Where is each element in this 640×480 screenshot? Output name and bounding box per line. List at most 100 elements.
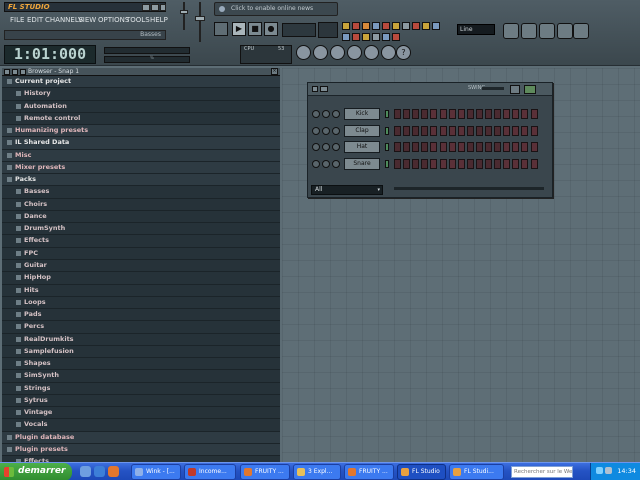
start-button[interactable]: demarrer [0,463,72,480]
step-button[interactable] [521,158,529,169]
browser-item[interactable]: Misc [2,149,280,162]
step-button[interactable] [394,109,401,119]
snap-icon[interactable] [422,22,430,30]
pattern-name-field[interactable]: Basses [4,30,166,40]
step-button[interactable] [412,109,420,119]
step-button[interactable] [503,158,511,169]
browser-item[interactable]: Percs [2,321,280,334]
volume-knob[interactable] [332,159,340,168]
browser-options-button[interactable] [20,69,26,75]
channel-select-led[interactable] [385,110,389,118]
step-button[interactable] [403,109,411,119]
channel-button[interactable]: Snare [344,157,380,170]
mute-knob[interactable] [312,126,320,135]
undo-icon[interactable] [342,33,350,41]
sequencer-scrollbar[interactable] [394,187,544,190]
sequencer-header[interactable]: SWING [308,83,552,96]
step-button[interactable] [466,142,474,152]
network-icon[interactable] [596,467,603,474]
pattern-song-toggle[interactable] [214,22,228,36]
channel-select-led[interactable] [385,143,389,151]
browser-item[interactable]: Remote control [2,112,280,126]
step-button[interactable] [430,125,438,136]
browser-item[interactable]: Basses [2,186,280,199]
browser-item[interactable]: Plugin presets [2,443,280,457]
step-button[interactable] [485,142,492,152]
mixer-icon[interactable] [557,23,573,39]
volume-knob[interactable] [332,143,340,151]
browser-item[interactable]: Vocals [2,419,280,432]
tempo-display[interactable] [282,23,316,37]
taskbar-button[interactable]: Wink - [... [131,464,181,480]
taskbar-button[interactable]: Income... [184,464,236,480]
step-button[interactable] [448,125,456,136]
record-button[interactable]: ● [264,22,278,36]
step-button[interactable] [475,158,483,169]
browser-item[interactable]: Vintage [2,407,280,420]
close-icon[interactable]: × [271,68,278,75]
step-button[interactable] [503,142,511,152]
step-button[interactable] [530,142,538,152]
stop-button[interactable]: ■ [248,22,262,36]
taskbar-button[interactable]: FRUITY ... [240,464,290,480]
browser-item[interactable]: Plugin database [2,431,280,444]
browser-item[interactable]: Humanizing presets [2,125,280,138]
internet-explorer-icon[interactable] [94,466,105,477]
piano-icon[interactable] [330,45,345,60]
menu-file[interactable]: FILE [10,15,24,26]
browser-item[interactable]: HipHop [2,272,280,285]
step-button[interactable] [457,142,465,152]
volume-knob[interactable] [332,126,340,135]
step-button[interactable] [466,125,474,136]
step-button[interactable] [421,109,429,119]
step-button[interactable] [448,158,456,169]
mute-knob[interactable] [312,110,320,118]
gear-icon[interactable] [296,45,311,60]
step-button[interactable] [421,142,429,152]
typing-keyboard-icon[interactable] [402,22,410,30]
browser-item[interactable]: DrumSynth [2,223,280,236]
browser-item[interactable]: Choirs [2,198,280,211]
pan-knob[interactable] [322,159,330,168]
browser-item[interactable]: Dance [2,210,280,224]
step-button[interactable] [485,158,492,169]
search-icon[interactable] [364,45,379,60]
swing-slider[interactable] [482,87,504,90]
browser-item[interactable]: Loops [2,296,280,310]
sequencer-keyboard-button[interactable] [524,85,536,94]
minimize-button[interactable] [142,4,150,11]
step-edit-icon[interactable] [372,22,380,30]
play-button[interactable]: ▶ [232,22,246,36]
step-button[interactable] [430,109,438,119]
sequencer-view-button[interactable] [510,85,520,94]
step-button[interactable] [403,142,411,152]
browser-item[interactable]: Sytrus [2,394,280,408]
pan-knob[interactable] [322,143,330,151]
mix-icon[interactable] [347,45,362,60]
firefox-icon[interactable] [108,466,119,477]
overdub-icon[interactable] [362,33,370,41]
step-button[interactable] [430,142,438,152]
step-button[interactable] [503,109,511,119]
browser-item[interactable]: Strings [2,382,280,395]
step-button[interactable] [512,158,520,169]
loop-record-icon[interactable] [392,22,400,30]
browser-item[interactable]: Effects [2,235,280,248]
channel-filter-dropdown[interactable]: All ▾ [311,185,383,195]
step-button[interactable] [521,125,529,136]
pattern-selector[interactable] [318,22,338,38]
step-button[interactable] [485,125,492,136]
browser-item[interactable]: Samplefusion [2,345,280,359]
pan-knob[interactable] [322,110,330,118]
audio-icon[interactable] [382,33,390,41]
menu-help[interactable]: HELP [150,15,168,26]
step-button[interactable] [530,158,538,169]
step-button[interactable] [403,158,411,169]
step-button[interactable] [421,125,429,136]
pan-knob[interactable] [322,126,330,135]
step-button[interactable] [394,125,401,136]
step-button[interactable] [466,109,474,119]
close-app-button[interactable] [160,4,166,11]
step-button[interactable] [394,158,401,169]
channel-button[interactable]: Kick [344,108,380,120]
